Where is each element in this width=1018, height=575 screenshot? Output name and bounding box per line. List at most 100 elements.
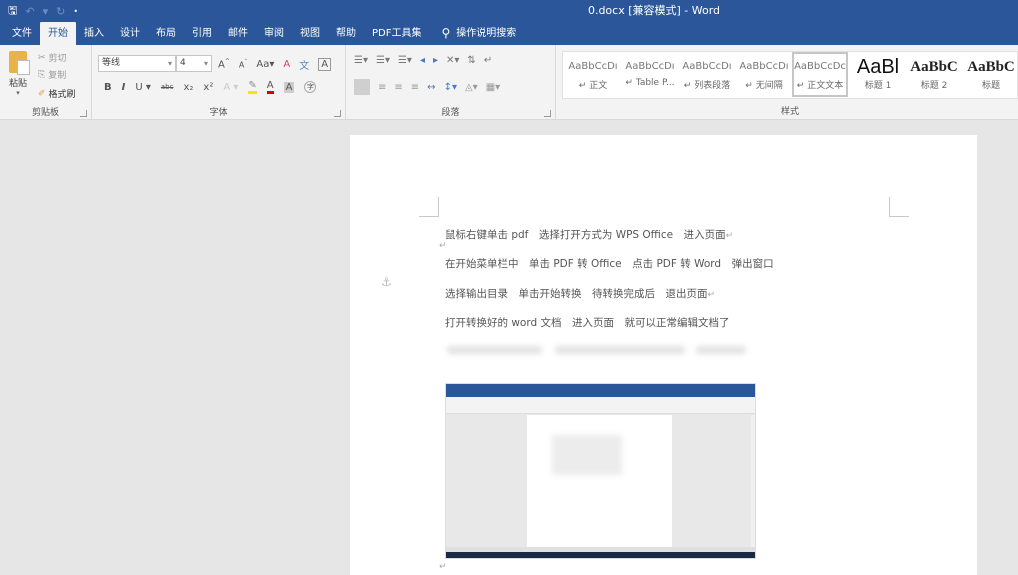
tab-mailings[interactable]: 邮件	[220, 22, 256, 45]
paragraph-text: 打开转换好的 word 文档 进入页面 就可以正常编辑文档了	[445, 317, 730, 329]
font-color-icon[interactable]: A	[266, 80, 274, 94]
lightbulb-icon: ⚲	[441, 26, 451, 40]
document-canvas[interactable]: ⚓ 鼠标右键单击 pdf 选择打开方式为 WPS Office 进入页面↵ ↵ …	[0, 121, 1018, 575]
underline-icon[interactable]: U ▾	[135, 82, 151, 93]
blurred-text	[696, 346, 746, 354]
font-dialog-launcher[interactable]	[334, 110, 341, 117]
align-left-icon[interactable]	[354, 79, 370, 95]
clipboard-group: 粘贴 ▾ ✂ 剪切 ⎘ 复制 ✐ 格式刷 剪贴板	[0, 45, 92, 120]
shading-icon[interactable]: ◬▾	[465, 82, 478, 93]
style-sample: AaBl	[856, 56, 900, 78]
character-border-icon[interactable]: A	[318, 58, 332, 71]
phonetic-guide-icon[interactable]: 文	[299, 57, 309, 72]
tab-insert[interactable]: 插入	[76, 22, 112, 45]
grow-font-icon[interactable]: A^	[218, 58, 230, 70]
tell-me-label: 操作说明搜索	[456, 28, 517, 39]
tab-review[interactable]: 审阅	[256, 22, 292, 45]
enclose-characters-icon[interactable]: 字	[304, 81, 317, 93]
tab-help[interactable]: 帮助	[328, 22, 364, 45]
margin-corner-top-left	[419, 197, 439, 217]
ribbon-tabs: 文件 开始 插入 设计 布局 引用 邮件 审阅 视图 帮助 PDF工具集 ⚲ 操…	[0, 20, 1018, 45]
bold-icon[interactable]: B	[104, 82, 112, 93]
copy-icon: ⎘	[38, 69, 46, 80]
blurred-text	[447, 346, 542, 354]
copy-button[interactable]: ⎘ 复制	[38, 68, 66, 82]
style-sample: AaBbC	[967, 59, 1015, 75]
tab-pdf-tools[interactable]: PDF工具集	[364, 22, 429, 45]
paragraph-mark: ↵	[707, 290, 716, 300]
bullets-icon[interactable]: ☰▾	[354, 55, 368, 66]
text-effects-icon[interactable]: A ▾	[223, 82, 238, 93]
font-size-combo[interactable]: 4 ▾	[176, 55, 212, 72]
decrease-indent-icon[interactable]: ◂	[420, 55, 425, 66]
paragraph[interactable]: 选择输出目录 单击开始转换 待转换完成后 退出页面↵	[445, 286, 715, 301]
distributed-icon[interactable]: ↔	[427, 82, 435, 93]
italic-icon[interactable]: I	[122, 82, 126, 93]
document-page[interactable]: ⚓ 鼠标右键单击 pdf 选择打开方式为 WPS Office 进入页面↵ ↵ …	[350, 135, 977, 575]
style-body-text[interactable]: AaBbCcDc ↵ 正文文本	[792, 52, 848, 97]
superscript-icon[interactable]: x²	[203, 82, 213, 93]
style-name: ↵ 无间隔	[745, 81, 783, 91]
subscript-icon[interactable]: x₂	[183, 82, 193, 93]
paste-icon	[9, 51, 30, 75]
style-sample: AaBbCcDı	[739, 61, 789, 72]
word-screenshot-image[interactable]	[445, 383, 756, 559]
sort-icon[interactable]: ⇅	[467, 55, 475, 66]
style-name: ↵ 正文文本	[796, 81, 844, 91]
margin-corner-top-right	[889, 197, 909, 217]
tab-references[interactable]: 引用	[184, 22, 220, 45]
tell-me-search[interactable]: ⚲ 操作说明搜索	[429, 22, 524, 45]
tab-view[interactable]: 视图	[292, 22, 328, 45]
change-case-icon[interactable]: Aa▾	[256, 59, 274, 70]
increase-indent-icon[interactable]: ▸	[433, 55, 438, 66]
embedded-scrollbar	[751, 415, 755, 547]
window-title: 0.docx [兼容模式] - Word	[587, 4, 721, 17]
paragraph[interactable]: 鼠标右键单击 pdf 选择打开方式为 WPS Office 进入页面↵	[445, 227, 733, 242]
style-name: ↵ Table P...	[625, 78, 675, 88]
font-name-combo[interactable]: 等线 ▾	[98, 55, 176, 72]
clipboard-dialog-launcher[interactable]	[80, 110, 87, 117]
cut-label: 剪切	[48, 54, 67, 64]
show-marks-icon[interactable]: ↵	[484, 55, 492, 66]
center-icon[interactable]: ≡	[378, 82, 386, 93]
style-name: 标题 2	[920, 81, 948, 91]
style-list-paragraph[interactable]: AaBbCcDı ↵ 列表段落	[679, 54, 735, 97]
numbering-icon[interactable]: ☰▾	[376, 55, 390, 66]
tab-home[interactable]: 开始	[40, 22, 76, 45]
line-spacing-icon[interactable]: ↕▾	[444, 82, 457, 93]
style-table-paragraph[interactable]: AaBbCcDı ↵ Table P...	[622, 54, 678, 97]
style-heading-2[interactable]: AaBbC 标题 2	[906, 54, 962, 97]
paragraph[interactable]: 打开转换好的 word 文档 进入页面 就可以正常编辑文档了	[445, 315, 729, 330]
chinese-layout-icon[interactable]: ✕▾	[446, 55, 459, 66]
borders-icon[interactable]: ▦▾	[486, 82, 500, 93]
strikethrough-icon[interactable]: abc	[161, 83, 174, 91]
style-sample: AaBbCcDı	[625, 61, 675, 72]
paragraph[interactable]: 在开始菜单栏中 单击 PDF 转 Office 点击 PDF 转 Word 弹出…	[445, 256, 774, 271]
style-name: ↵ 正文	[578, 81, 608, 91]
shrink-font-icon[interactable]: Aˇ	[239, 59, 247, 70]
clear-formatting-icon[interactable]: A	[283, 59, 290, 70]
highlight-icon[interactable]: ✎	[248, 80, 257, 94]
paragraph-text: 在开始菜单栏中 单击 PDF 转 Office 点击 PDF 转 Word 弹出…	[445, 258, 774, 270]
chevron-down-icon: ▾	[167, 59, 172, 68]
blurred-text	[555, 346, 685, 354]
tab-design[interactable]: 设计	[112, 22, 148, 45]
cut-button[interactable]: ✂ 剪切	[38, 51, 67, 65]
align-right-icon[interactable]: ≡	[394, 82, 402, 93]
tab-layout[interactable]: 布局	[148, 22, 184, 45]
style-no-spacing[interactable]: AaBbCcDı ↵ 无间隔	[736, 54, 792, 97]
multilevel-list-icon[interactable]: ☰▾	[398, 55, 412, 66]
paste-button[interactable]: 粘贴 ▾	[4, 51, 32, 99]
style-sample: AaBbCcDc	[794, 61, 846, 72]
font-name-value: 等线	[102, 58, 121, 68]
anchor-icon: ⚓	[381, 275, 392, 289]
style-normal[interactable]: AaBbCcDı ↵ 正文	[565, 54, 621, 97]
justify-icon[interactable]: ≡	[411, 82, 419, 93]
ribbon: 粘贴 ▾ ✂ 剪切 ⎘ 复制 ✐ 格式刷 剪贴板 等线 ▾ 4 ▾ A^ Aˇ	[0, 45, 1018, 120]
format-painter-button[interactable]: ✐ 格式刷	[38, 87, 76, 101]
character-shading-icon[interactable]: A	[283, 81, 295, 93]
style-heading-1[interactable]: AaBl 标题 1	[850, 54, 906, 97]
style-title[interactable]: AaBbC 标题	[963, 54, 1018, 97]
paragraph-dialog-launcher[interactable]	[544, 110, 551, 117]
tab-file[interactable]: 文件	[4, 22, 40, 45]
